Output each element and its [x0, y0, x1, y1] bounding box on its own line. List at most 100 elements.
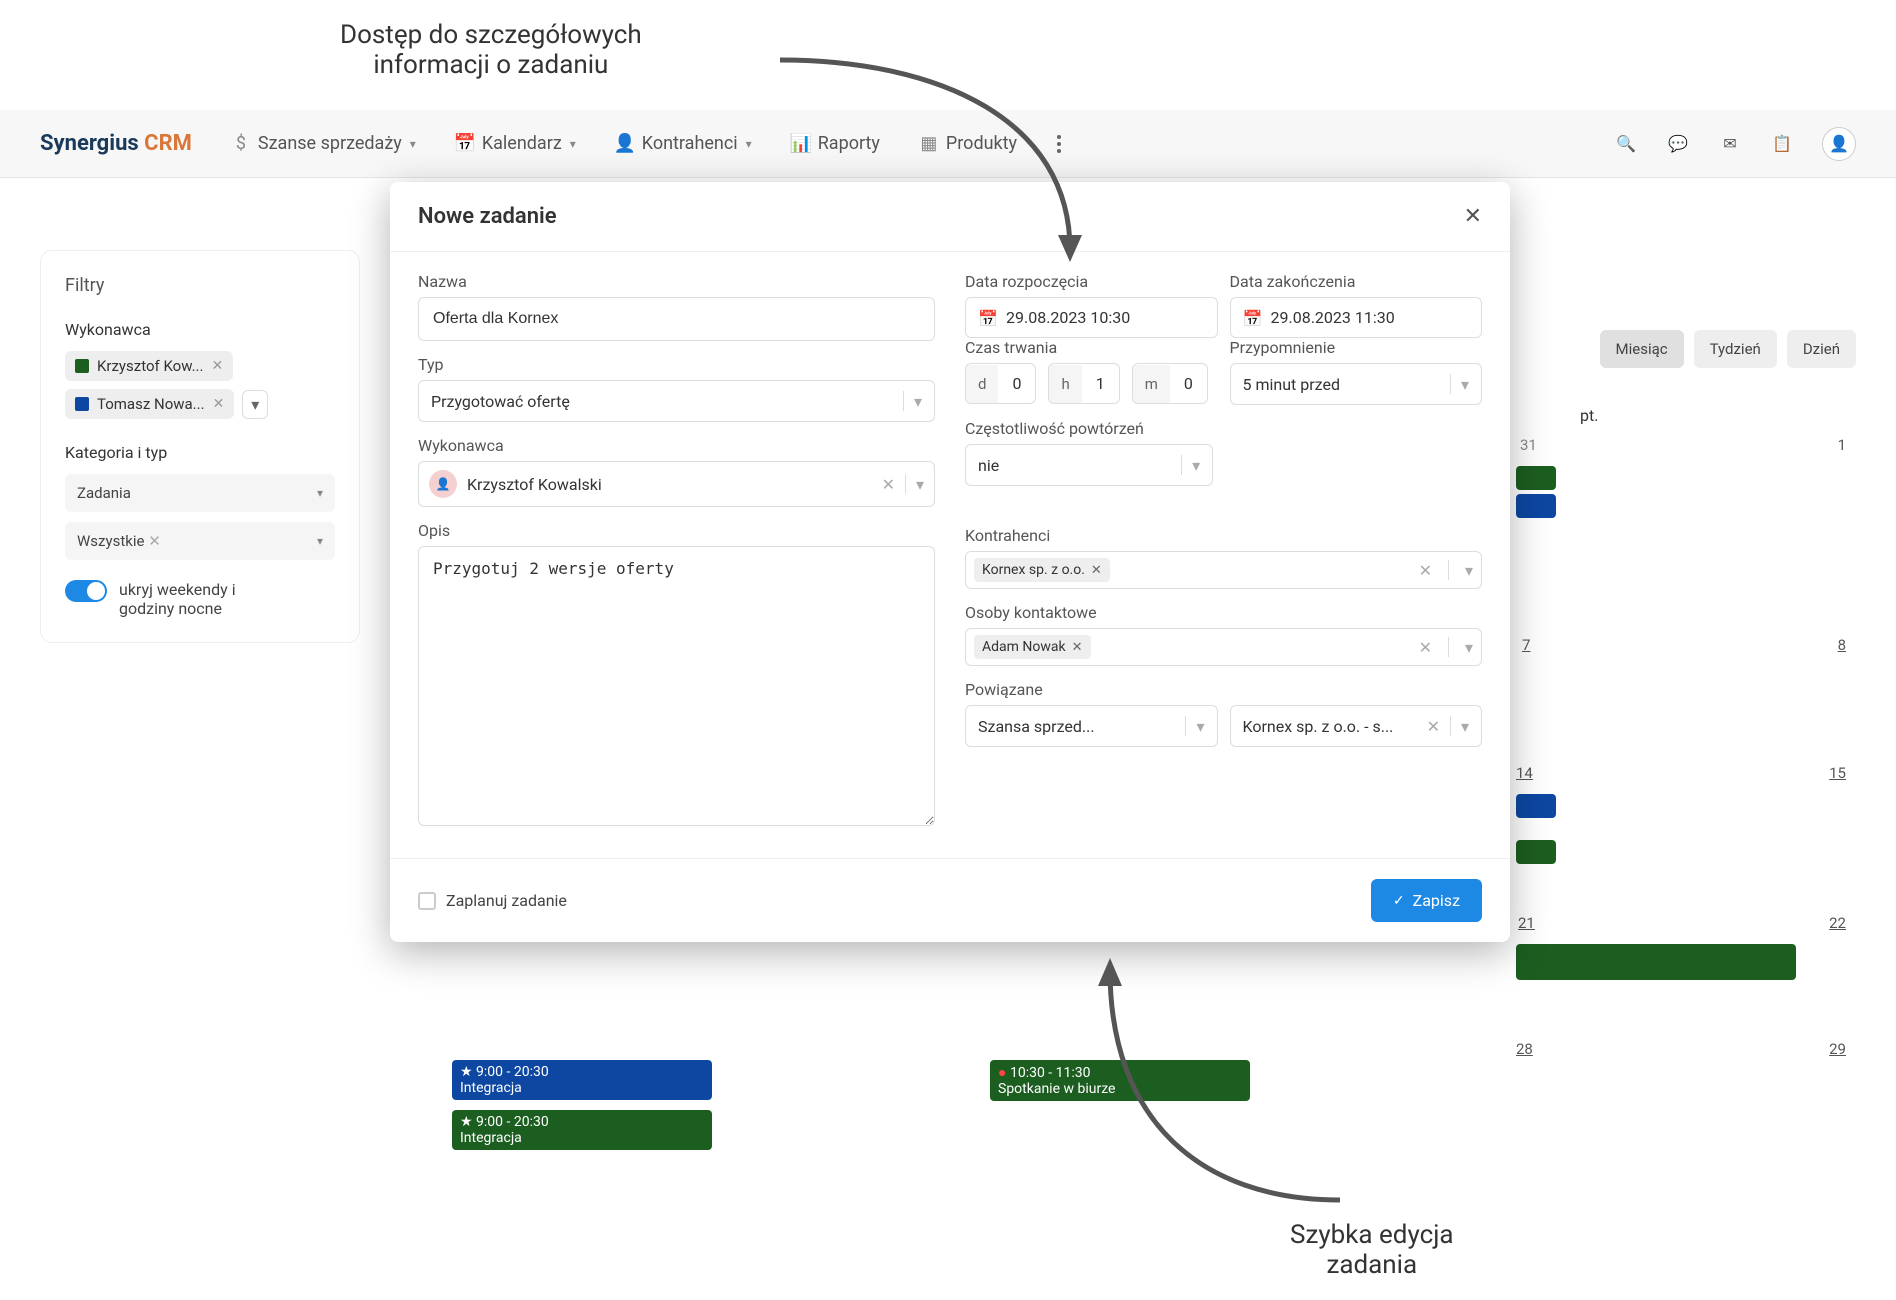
calendar-day-number: 7: [1522, 636, 1530, 654]
input-data-start[interactable]: 📅 29.08.2023 10:30: [965, 297, 1218, 338]
view-month-button[interactable]: Miesiąc: [1600, 330, 1684, 368]
calendar-day-number: 1: [1838, 436, 1846, 454]
nav-szanse[interactable]: $ Szanse sprzedaży ▾: [232, 133, 416, 154]
checkbox-zaplanuj[interactable]: [418, 892, 436, 910]
tag-label: Kornex sp. z o.o.: [982, 562, 1085, 578]
tag-osoba: Adam Nowak ✕: [974, 635, 1091, 659]
nav-szanse-label: Szanse sprzedaży: [258, 133, 402, 154]
chat-icon[interactable]: 💬: [1666, 132, 1690, 156]
calendar-event-integracja-1[interactable]: ★ 9:00 - 20:30 Integracja: [452, 1060, 712, 1100]
calendar-day-number: 8: [1838, 636, 1846, 654]
label-typ: Typ: [418, 355, 935, 374]
calendar-day-number: 31: [1520, 436, 1537, 454]
calendar-day-number: 14: [1516, 764, 1533, 782]
nav-kontrahenci[interactable]: 👤 Kontrahenci ▾: [616, 133, 752, 154]
chevron-down-icon: ▾: [1192, 456, 1200, 475]
nav-kontrahenci-label: Kontrahenci: [642, 133, 738, 154]
calendar-event[interactable]: [1516, 840, 1556, 864]
calendar-event[interactable]: [1516, 494, 1556, 518]
calendar-event[interactable]: [1516, 794, 1556, 818]
select-czestotliwosc[interactable]: nie ▾: [965, 444, 1213, 486]
chevron-down-icon: ▾: [317, 486, 323, 500]
tag-remove-icon[interactable]: ✕: [1091, 563, 1102, 578]
clipboard-icon[interactable]: 📋: [1770, 132, 1794, 156]
calendar-icon: 📅: [978, 309, 996, 327]
view-day-button[interactable]: Dzień: [1787, 330, 1856, 368]
color-swatch: [75, 359, 89, 373]
duration-hours[interactable]: h 1: [1048, 363, 1119, 404]
avatar[interactable]: 👤: [1822, 127, 1856, 161]
textarea-opis[interactable]: [418, 546, 935, 826]
duration-unit-label: d: [966, 365, 998, 403]
calendar-event-spotkanie[interactable]: ● 10:30 - 11:30 Spotkanie w biurze: [990, 1060, 1250, 1101]
clear-icon[interactable]: ✕: [1419, 638, 1432, 657]
filter-chip-wykonawca-2[interactable]: Tomasz Nowa... ✕: [65, 389, 234, 419]
chip-remove-icon[interactable]: ✕: [213, 396, 225, 412]
filter-wszystkie-select[interactable]: Wszystkie ✕ ▾: [65, 522, 335, 560]
expand-wykonawcy[interactable]: ▾: [242, 390, 268, 419]
calendar-event-integracja-2[interactable]: ★ 9:00 - 20:30 Integracja: [452, 1110, 712, 1150]
chevron-down-icon: ▾: [410, 137, 416, 151]
clear-icon[interactable]: ✕: [882, 475, 895, 494]
duration-value: 0: [998, 364, 1035, 403]
calendar-view-switcher: Miesiąc Tydzień Dzień: [1600, 330, 1857, 368]
label-kontrahenci: Kontrahenci: [965, 526, 1482, 545]
toggle-hide-weekends[interactable]: [65, 580, 107, 602]
tag-remove-icon[interactable]: ✕: [1072, 640, 1083, 655]
view-week-button[interactable]: Tydzień: [1694, 330, 1777, 368]
select-kontrahenci[interactable]: Kornex sp. z o.o. ✕ ✕ ▾: [965, 551, 1482, 589]
nav-produkty-label: Produkty: [946, 133, 1017, 154]
filter-kategoria-select[interactable]: Zadania ▾: [65, 474, 335, 512]
calendar-event[interactable]: [1516, 944, 1796, 980]
duration-minutes[interactable]: m 0: [1132, 363, 1208, 404]
dollar-icon: $: [232, 135, 250, 153]
duration-value: 1: [1082, 364, 1119, 403]
select-value: Kornex sp. z o.o. - s...: [1243, 717, 1394, 736]
chevron-down-icon: ▾: [1461, 717, 1469, 736]
nav-kalendarz[interactable]: 📅 Kalendarz ▾: [456, 133, 576, 154]
select-value: nie: [978, 456, 999, 475]
filter-chip-wykonawca-1[interactable]: Krzysztof Kow... ✕: [65, 351, 233, 381]
select-typ[interactable]: Przygotować ofertę ▾: [418, 380, 935, 422]
chevron-down-icon: ▾: [570, 137, 576, 151]
nav-raporty-label: Raporty: [818, 133, 880, 154]
nav-produkty[interactable]: ▦ Produkty: [920, 133, 1017, 154]
search-icon[interactable]: 🔍: [1614, 132, 1638, 156]
input-data-end[interactable]: 📅 29.08.2023 11:30: [1230, 297, 1483, 338]
chip-remove-icon[interactable]: ✕: [211, 358, 223, 374]
label-przypomnienie: Przypomnienie: [1230, 338, 1483, 357]
chevron-down-icon: ▾: [317, 534, 323, 548]
chevron-down-icon: ▾: [746, 137, 752, 151]
nav-raporty[interactable]: 📊 Raporty: [792, 133, 880, 154]
nav-more[interactable]: [1057, 135, 1061, 153]
chevron-down-icon: ▾: [1196, 717, 1204, 736]
select-value: Przygotować ofertę: [431, 392, 570, 411]
select-powiazane-type[interactable]: Szansa sprzed... ▾: [965, 705, 1218, 747]
circle-icon: ●: [998, 1065, 1006, 1081]
select-przypomnienie[interactable]: 5 minut przed ▾: [1230, 363, 1483, 405]
modal-title: Nowe zadanie: [418, 204, 557, 229]
topbar: Synergius CRM $ Szanse sprzedaży ▾ 📅 Kal…: [0, 110, 1896, 178]
duration-days[interactable]: d 0: [965, 363, 1036, 404]
event-time: 9:00 - 20:30: [476, 1114, 549, 1130]
save-button[interactable]: ✓ Zapisz: [1371, 879, 1482, 922]
duration-value: 0: [1170, 364, 1207, 403]
mail-icon[interactable]: ✉: [1718, 132, 1742, 156]
select-wykonawca[interactable]: 👤 Krzysztof Kowalski ✕ ▾: [418, 461, 935, 507]
calendar-day-number: 15: [1829, 764, 1846, 782]
input-nazwa[interactable]: [418, 297, 935, 341]
close-icon[interactable]: ✕: [1464, 204, 1482, 229]
grid-icon: ▦: [920, 135, 938, 153]
annotation-bottom: Szybka edycja zadania: [1290, 1220, 1454, 1280]
calendar-event[interactable]: [1516, 466, 1556, 490]
chevron-down-icon: ▾: [1465, 561, 1473, 580]
label-czestotliwosc: Częstotliwość powtórzeń: [965, 419, 1482, 438]
select-osoby[interactable]: Adam Nowak ✕ ✕ ▾: [965, 628, 1482, 666]
select-value: 5 minut przed: [1243, 375, 1340, 394]
event-title: Integracja: [460, 1130, 522, 1146]
clear-icon[interactable]: ✕: [1419, 561, 1432, 580]
clear-icon[interactable]: ✕: [1427, 717, 1440, 736]
select-powiazane-value[interactable]: Kornex sp. z o.o. - s... ✕ ▾: [1230, 705, 1483, 747]
label-opis: Opis: [418, 521, 935, 540]
chip-remove-icon[interactable]: ✕: [148, 532, 161, 550]
